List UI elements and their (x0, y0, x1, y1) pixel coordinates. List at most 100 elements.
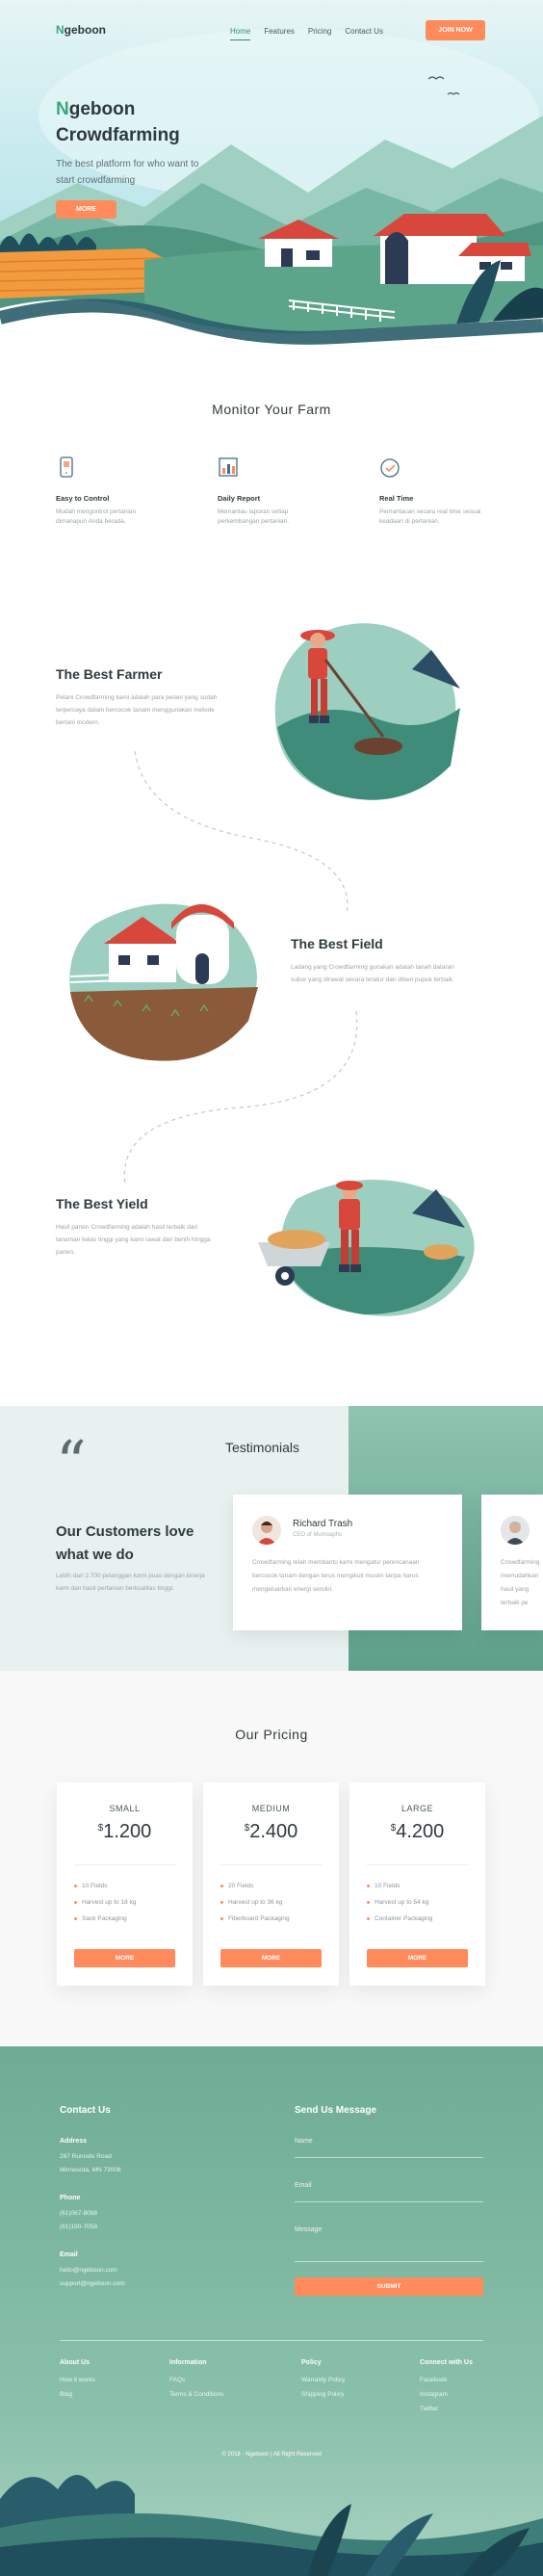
address-label: Address (60, 2138, 88, 2145)
contact-title: Contact Us (60, 2105, 111, 2116)
email-label: Email (60, 2251, 78, 2258)
testimonial-name: Richard Trash (293, 1519, 353, 1529)
divider (220, 1864, 322, 1865)
hero-title-initial: N (56, 99, 69, 119)
plan-price: $2.400 (203, 1821, 339, 1843)
hero-title: Ngeboon Crowdfarming (56, 96, 268, 148)
plan-price: $4.200 (349, 1821, 485, 1843)
divider (74, 1864, 175, 1865)
form-title: Send Us Message (295, 2105, 377, 2116)
phone-line: (61)190-7058 (60, 2224, 98, 2230)
submit-button[interactable]: SUBMIT (295, 2277, 483, 2296)
plan-more-button[interactable]: MORE (367, 1949, 468, 1967)
email-line[interactable]: hello@ngeboon.com (60, 2263, 117, 2277)
name-field[interactable]: Name (295, 2138, 313, 2145)
row-desc-farmer: Petani Crowdfarming kami adalah para pet… (56, 694, 218, 726)
brand-logo-initial: N (56, 23, 65, 37)
monitor-title: Monitor Your Farm (212, 402, 331, 417)
nav-links: Home Features Pricing Contact Us (230, 27, 383, 40)
plan-currency: $ (97, 1823, 104, 1834)
email-field[interactable]: Email (295, 2182, 312, 2189)
feature-daily-report: Daily Report Memantau laporan setiap per… (218, 456, 323, 527)
footer-divider (60, 2340, 483, 2341)
footer-link[interactable]: Shipping Policy (301, 2391, 344, 2398)
testimonials-subtitle: Lebih dari 2.700 pelanggan kami puas den… (56, 1573, 205, 1592)
testimonial-text: Crowdfarming telah membantu kami mengatu… (252, 1559, 420, 1593)
footer-col-policy: Policy (301, 2359, 322, 2366)
footer-link-twitter[interactable]: Twitter (420, 2406, 438, 2412)
row-title-field: The Best Field (291, 936, 383, 951)
row-desc-field: Ladang yang Crowdfarming gunakan adalah … (291, 964, 454, 983)
plan-currency: $ (390, 1823, 397, 1834)
plan-more-button[interactable]: MORE (220, 1949, 322, 1967)
testimonial-card: Richard Trash CEO of Mumoaphs Crowdfarmi… (233, 1495, 462, 1630)
plan-feature: 10 Fields (74, 1883, 136, 1889)
address-line: Minnesota, MN 73008 (60, 2167, 121, 2173)
avatar (501, 1516, 530, 1545)
plan-feature: Container Packaging (367, 1915, 432, 1922)
plan-features: 10 Fields Harvest up to 54 kg Container … (367, 1883, 432, 1932)
plan-feature: Harvest up to 54 kg (367, 1899, 432, 1906)
feature-desc: Pemantauan secara real time sesuai keada… (379, 508, 481, 525)
feature-easy-control: Easy to Control Mudah mengontrol pertani… (56, 456, 162, 527)
plan-feature: Sack Packaging (74, 1915, 136, 1922)
footer-link-facebook[interactable]: Facebook (420, 2377, 448, 2383)
name-field-underline (295, 2157, 483, 2158)
feature-desc: Memantau laporan setiap perkembangan per… (218, 508, 290, 525)
hero-more-button[interactable]: MORE (56, 200, 116, 219)
footer-link[interactable]: FAQs (169, 2377, 185, 2383)
phone-icon (60, 456, 73, 478)
plan-more-button[interactable]: MORE (74, 1949, 175, 1967)
brand-logo[interactable]: Ngeboon (56, 23, 106, 37)
plan-feature: 20 Fields (220, 1883, 290, 1889)
footer-col-information: Information (169, 2359, 207, 2366)
divider (367, 1864, 468, 1865)
message-field-underline (295, 2261, 483, 2262)
farmer-illustration (274, 623, 460, 800)
quote-icon: “ (56, 1427, 87, 1497)
feature-title: Real Time (379, 494, 414, 503)
pricing-card-medium: MEDIUM $2.400 20 Fields Harvest up to 36… (203, 1782, 339, 1986)
footer-link[interactable]: Warranty Policy (301, 2377, 345, 2383)
plan-features: 20 Fields Harvest up to 36 kg Fiberboard… (220, 1883, 290, 1932)
row-title-farmer: The Best Farmer (56, 666, 163, 682)
nav-link-pricing[interactable]: Pricing (308, 27, 331, 40)
top-navbar: Ngeboon Home Features Pricing Contact Us… (0, 0, 543, 62)
hero-title-line1: geboon (68, 99, 136, 119)
footer-link-instagram[interactable]: Instagram (420, 2391, 448, 2398)
pricing-title: Our Pricing (235, 1727, 308, 1742)
plan-feature: Fiberboard Packaging (220, 1915, 290, 1922)
footer-link[interactable]: Terms & Conditions (169, 2391, 223, 2398)
testimonials-heading: Our Customers love what we do (56, 1523, 194, 1563)
testimonial-text: Crowdfarming memudahkan hasil yang terba… (501, 1559, 540, 1606)
chart-icon (219, 457, 238, 477)
email-field-underline (295, 2201, 483, 2202)
clock-check-icon (380, 458, 400, 478)
plan-feature: 10 Fields (367, 1883, 432, 1889)
testimonial-role: CEO of Mumoaphs (293, 1532, 343, 1538)
footer-link[interactable]: How it works (60, 2377, 95, 2383)
yield-illustration (258, 1180, 475, 1316)
email-line[interactable]: support@ngeboon.com (60, 2277, 125, 2291)
footer (0, 2046, 543, 2576)
phone-label: Phone (60, 2195, 81, 2201)
plan-amount: 4.200 (396, 1821, 445, 1842)
pricing-card-large: LARGE $4.200 10 Fields Harvest up to 54 … (349, 1782, 485, 1986)
footer-col-about: About Us (60, 2359, 90, 2366)
avatar (252, 1516, 281, 1545)
feature-title: Easy to Control (56, 494, 110, 503)
testimonials-title: Testimonials (225, 1440, 300, 1455)
field-illustration (69, 903, 258, 1061)
plan-name: SMALL (109, 1804, 141, 1813)
plan-name: LARGE (401, 1804, 433, 1813)
footer-landscape (0, 2475, 543, 2576)
plan-amount: 1.200 (103, 1821, 152, 1842)
nav-link-features[interactable]: Features (264, 27, 295, 40)
join-now-button[interactable]: JOIN NOW (426, 20, 485, 40)
footer-link[interactable]: Blog (60, 2391, 72, 2398)
row-title-yield: The Best Yield (56, 1196, 148, 1211)
message-field[interactable]: Message (295, 2226, 322, 2233)
nav-link-home[interactable]: Home (230, 27, 251, 40)
phone-line: (61)067-8088 (60, 2210, 98, 2217)
nav-link-contact[interactable]: Contact Us (345, 27, 383, 40)
